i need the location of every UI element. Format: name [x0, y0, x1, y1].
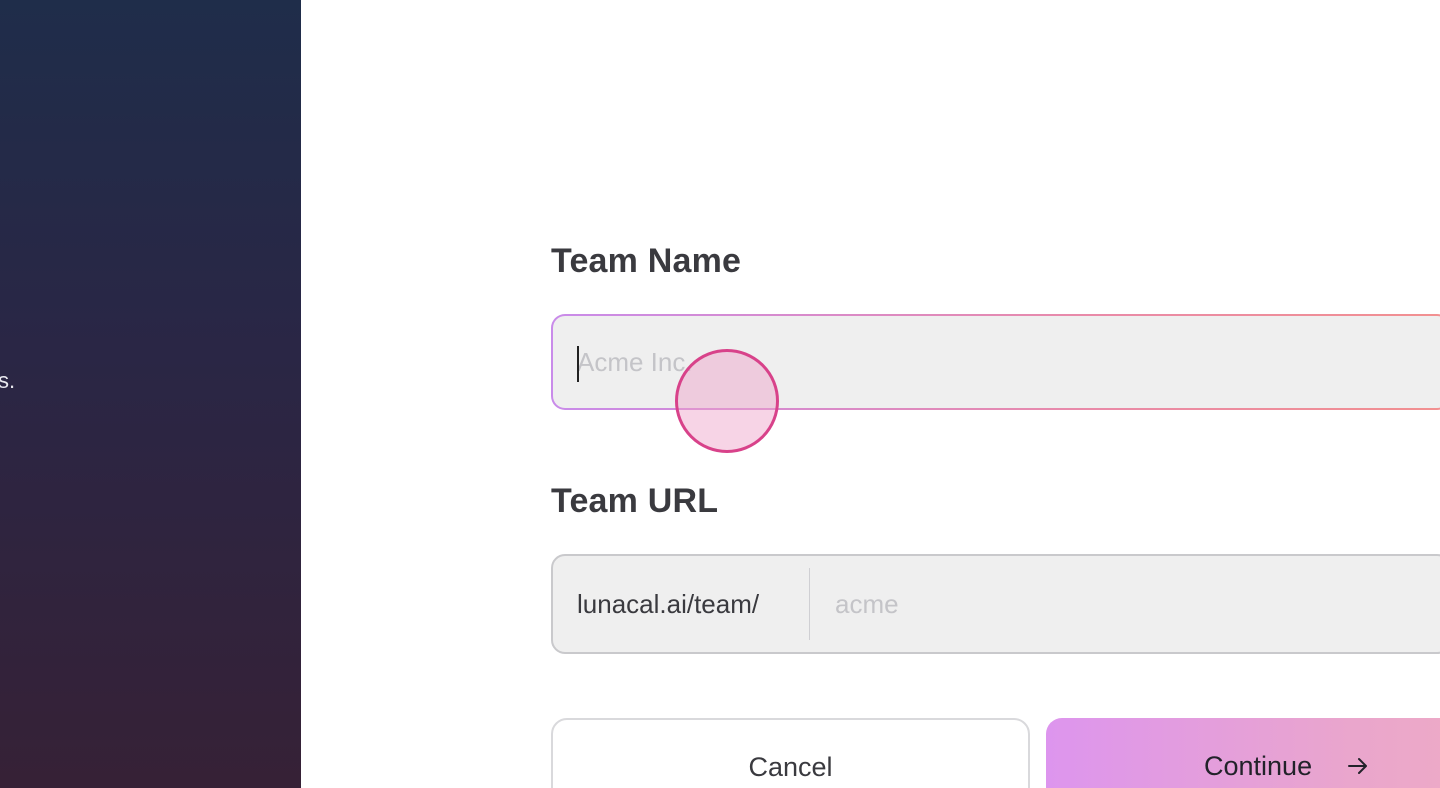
cancel-button-label: Cancel	[748, 752, 833, 782]
text-caret	[577, 346, 579, 382]
team-url-label: Team URL	[551, 482, 719, 520]
continue-button[interactable]: Continue	[1046, 718, 1440, 788]
arrow-right-icon	[1348, 758, 1367, 774]
team-url-input[interactable]	[835, 556, 1435, 652]
team-name-label: Team Name	[551, 242, 742, 280]
team-form: Team Name Team URL lunacal.ai/team/ Canc…	[301, 0, 1440, 788]
left-panel-text: s.	[0, 368, 16, 393]
team-url-prefix: lunacal.ai/team/	[577, 589, 760, 619]
team-url-field[interactable]: lunacal.ai/team/	[551, 554, 1440, 654]
left-brand-panel: s.	[0, 0, 301, 788]
url-divider	[809, 568, 810, 640]
onboarding-screen: s. Team Name Team URL lunacal.ai/team/ C…	[0, 0, 1440, 788]
click-indicator	[675, 349, 779, 453]
cancel-button[interactable]: Cancel	[551, 718, 1030, 788]
continue-button-label: Continue	[1204, 751, 1313, 781]
